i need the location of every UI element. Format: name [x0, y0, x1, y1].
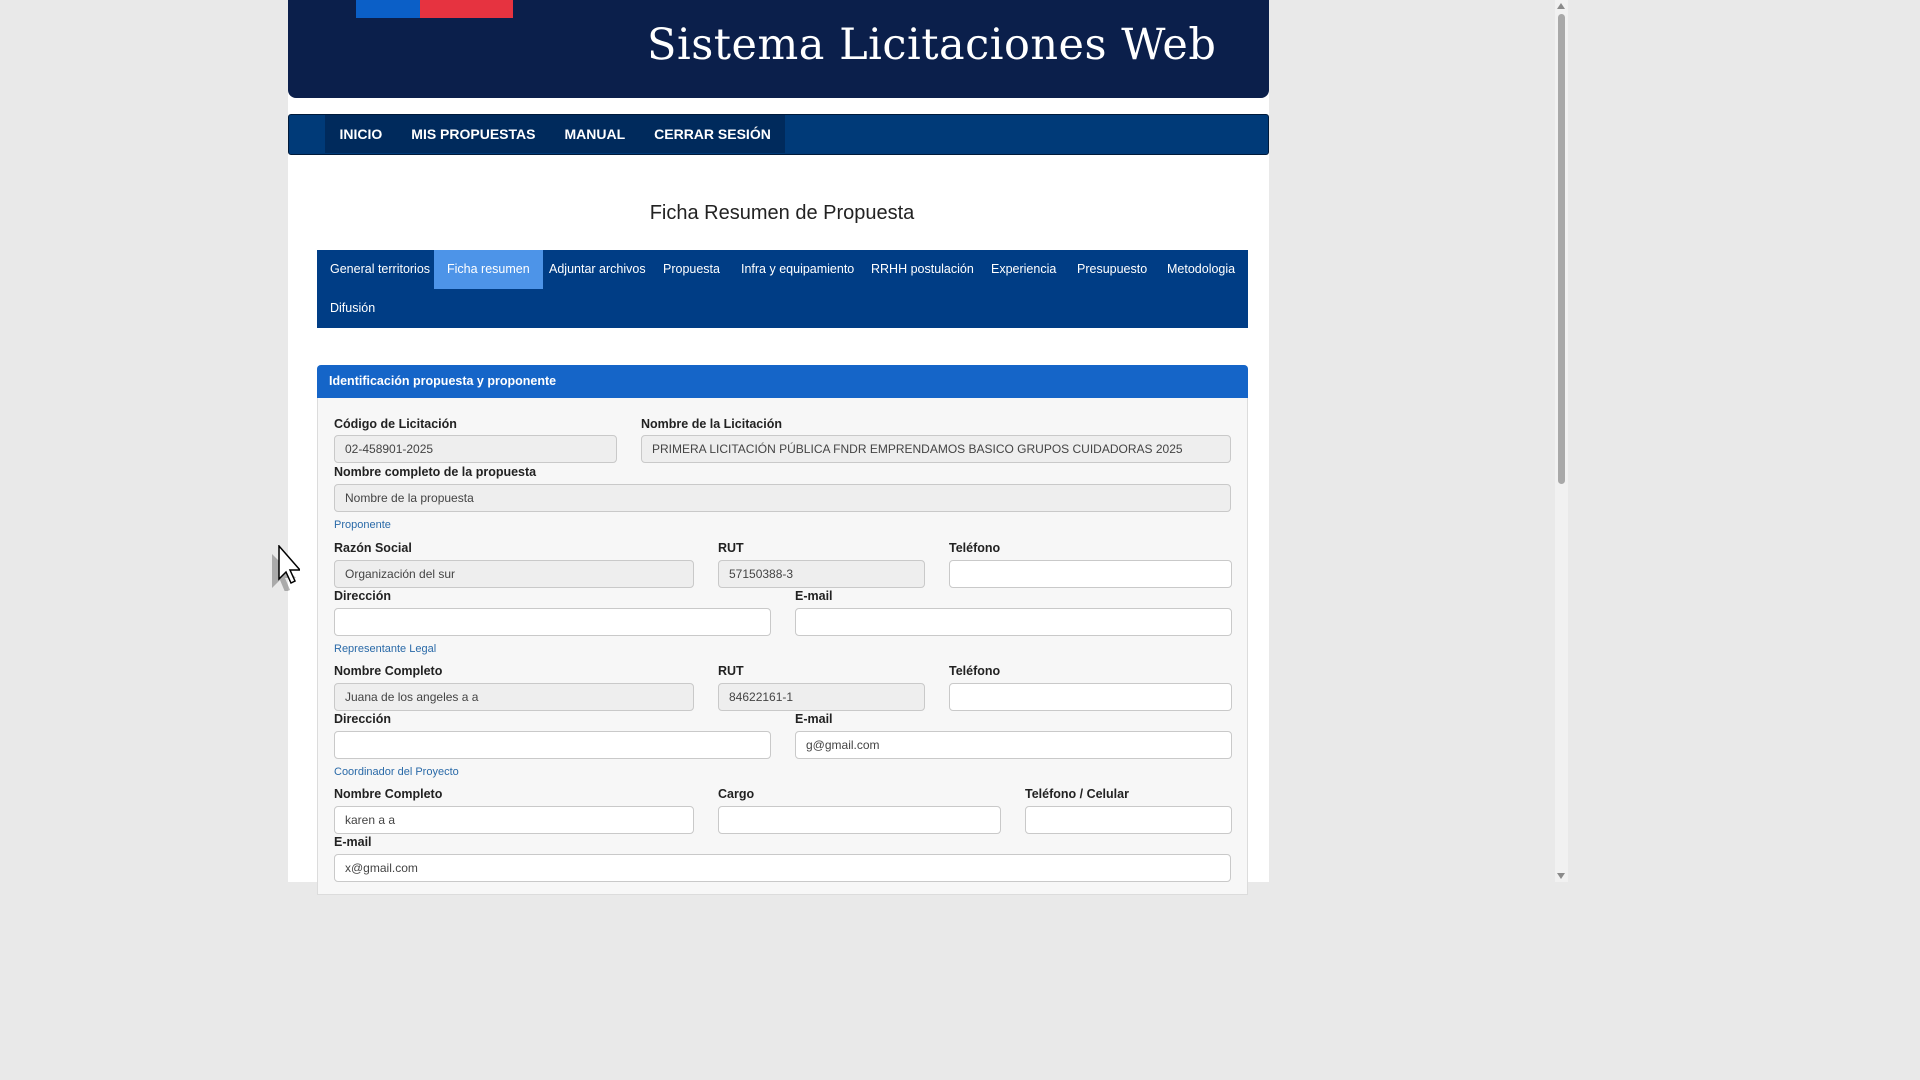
nombre-propuesta-field[interactable]	[334, 484, 1231, 512]
flag-red-stripe	[420, 0, 513, 18]
nombre-licitacion-label: Nombre de la Licitación	[641, 417, 783, 431]
header-banner: Sistema Licitaciones Web	[288, 0, 1269, 98]
representante-email-label: E-mail	[795, 712, 833, 726]
coordinador-cargo-field[interactable]	[718, 806, 1001, 834]
panel-title: Identificación propuesta y proponente	[317, 365, 1248, 398]
nav-mis-propuestas[interactable]: MIS PROPUESTAS	[397, 115, 550, 153]
proponente-heading: Proponente	[334, 519, 391, 531]
proponente-direccion-field[interactable]	[334, 608, 771, 636]
page-container: Sistema Licitaciones Web INICIO MIS PROP…	[288, 0, 1269, 895]
coordinador-telefono-label: Teléfono / Celular	[1025, 787, 1129, 801]
proponente-email-label: E-mail	[795, 589, 833, 603]
tab-ficha-resumen[interactable]: Ficha resumen	[434, 250, 543, 289]
tab-metodologia[interactable]: Metodologia	[1154, 250, 1248, 289]
page-title: Ficha Resumen de Propuesta	[649, 202, 915, 224]
razon-social-label: Razón Social	[334, 541, 412, 555]
main-nav: INICIO MIS PROPUESTAS MANUAL CERRAR SESI…	[288, 114, 1269, 155]
nav-cerrar-sesion[interactable]: CERRAR SESIÓN	[640, 115, 786, 153]
representante-telefono-field[interactable]	[949, 683, 1232, 711]
representante-nombre-field[interactable]	[334, 683, 694, 711]
proponente-rut-label: RUT	[718, 541, 744, 555]
tab-rrhh-postulacion[interactable]: RRHH postulación	[858, 250, 987, 289]
coordinador-telefono-field[interactable]	[1025, 806, 1232, 834]
proponente-rut-field[interactable]	[718, 560, 925, 588]
tab-presupuesto[interactable]: Presupuesto	[1064, 250, 1160, 289]
tab-difusion[interactable]: Difusión	[317, 289, 388, 328]
razon-social-field[interactable]	[334, 560, 694, 588]
proponente-telefono-label: Teléfono	[949, 541, 1001, 555]
tab-infra-equipamiento[interactable]: Infra y equipamiento	[728, 250, 867, 289]
representante-direccion-field[interactable]	[334, 731, 771, 759]
nav-inicio[interactable]: INICIO	[325, 115, 397, 153]
coordinador-heading: Coordinador del Proyecto	[334, 766, 459, 778]
tab-propuesta[interactable]: Propuesta	[650, 250, 733, 289]
tab-adjuntar-archivos[interactable]: Adjuntar archivos	[536, 250, 659, 289]
nombre-propuesta-label: Nombre completo de la propuesta	[334, 465, 537, 479]
coordinador-nombre-field[interactable]	[334, 806, 694, 834]
scroll-down-arrow-icon[interactable]	[1557, 873, 1565, 879]
main-nav-items: INICIO MIS PROPUESTAS MANUAL CERRAR SESI…	[325, 115, 786, 153]
nombre-licitacion-field[interactable]	[641, 435, 1231, 463]
identificacion-panel: Identificación propuesta y proponente Có…	[317, 365, 1248, 895]
proponente-telefono-field[interactable]	[949, 560, 1232, 588]
representante-rut-label: RUT	[718, 664, 744, 678]
tab-bar: General territorios Ficha resumen Adjunt…	[317, 250, 1248, 328]
coordinador-email-label: E-mail	[334, 835, 372, 849]
proponente-email-field[interactable]	[795, 608, 1232, 636]
representante-direccion-label: Dirección	[334, 712, 391, 726]
representante-rut-field[interactable]	[718, 683, 925, 711]
coordinador-cargo-label: Cargo	[718, 787, 755, 801]
coordinador-nombre-label: Nombre Completo	[334, 787, 443, 801]
representante-email-field[interactable]	[795, 731, 1232, 759]
scrollbar-thumb[interactable]	[1558, 14, 1565, 484]
codigo-field[interactable]	[334, 435, 617, 463]
tab-experiencia[interactable]: Experiencia	[978, 250, 1069, 289]
coordinador-email-field[interactable]	[334, 854, 1231, 882]
representante-nombre-label: Nombre Completo	[334, 664, 443, 678]
representante-heading: Representante Legal	[334, 643, 437, 655]
flag-blue-stripe	[356, 0, 420, 18]
nav-manual[interactable]: MANUAL	[550, 115, 640, 153]
tab-general-territorios[interactable]: General territorios	[317, 250, 443, 289]
codigo-label: Código de Licitación	[334, 417, 457, 431]
representante-telefono-label: Teléfono	[949, 664, 1001, 678]
proponente-direccion-label: Dirección	[334, 589, 391, 603]
site-title: Sistema Licitaciones Web	[647, 20, 1217, 70]
mouse-cursor-icon	[272, 545, 300, 591]
scroll-up-arrow-icon[interactable]	[1557, 3, 1565, 9]
page-scrollbar[interactable]	[1555, 0, 1568, 882]
